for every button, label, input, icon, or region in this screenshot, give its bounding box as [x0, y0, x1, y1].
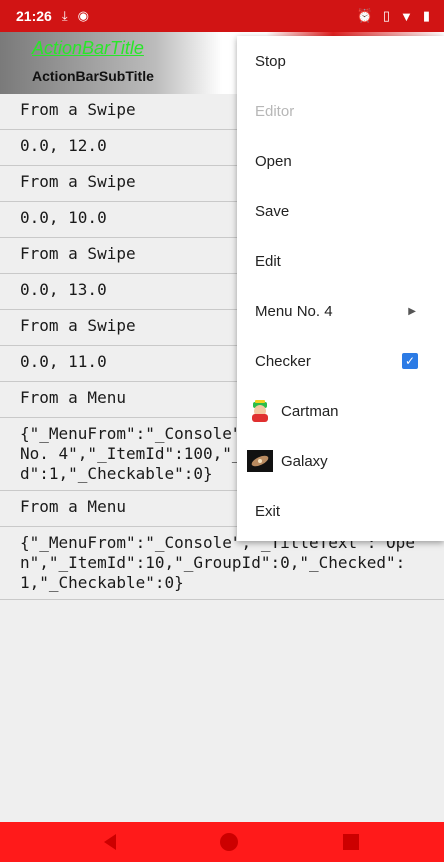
submenu-arrow-icon: ▶: [408, 305, 416, 317]
menu-item-checker[interactable]: Checker ✓: [237, 336, 444, 386]
battery-icon: ▮: [422, 8, 430, 23]
menu-item-exit[interactable]: Exit: [237, 486, 444, 536]
menu-item-galaxy[interactable]: Galaxy: [237, 436, 444, 486]
menu-item-label: Exit: [255, 502, 281, 520]
home-icon[interactable]: [220, 833, 238, 851]
recent-apps-icon[interactable]: [343, 834, 359, 850]
menu-item-edit[interactable]: Edit: [237, 236, 444, 286]
menu-item-label: Editor: [255, 102, 295, 120]
chrome-icon: ◉: [77, 8, 89, 23]
menu-item-label: Edit: [255, 252, 281, 270]
cartman-icon: [252, 400, 268, 422]
vibrate-icon: ▯: [382, 8, 390, 23]
action-bar-subtitle: ActionBarSubTitle: [32, 68, 154, 84]
alarm-icon: ⏰: [356, 8, 373, 23]
menu-item-menu-no-4[interactable]: Menu No. 4 ▶: [237, 286, 444, 336]
download-icon: ⤓: [61, 8, 68, 23]
galaxy-icon: [247, 450, 273, 472]
menu-item-stop[interactable]: Stop: [237, 36, 444, 86]
status-bar: 21:26 ⤓ ◉ ⏰ ▯ ▼ ▮: [0, 0, 444, 32]
menu-item-label: Cartman: [281, 402, 339, 420]
menu-item-save[interactable]: Save: [237, 186, 444, 236]
overflow-menu: Stop Editor Open Save Edit Menu No. 4 ▶ …: [237, 36, 444, 541]
menu-item-editor: Editor: [237, 86, 444, 136]
menu-item-label: Galaxy: [281, 452, 328, 470]
checkbox-checked-icon[interactable]: ✓: [402, 353, 418, 369]
menu-item-label: Open: [255, 152, 292, 170]
back-icon[interactable]: [104, 834, 116, 850]
status-time: 21:26: [16, 8, 52, 24]
action-bar-title: ActionBarTitle: [32, 38, 144, 58]
menu-item-label: Save: [255, 202, 290, 220]
wifi-icon: ▼: [399, 8, 413, 24]
menu-item-label: Stop: [255, 52, 286, 70]
navigation-bar: [0, 822, 444, 862]
menu-item-open[interactable]: Open: [237, 136, 444, 186]
menu-item-label: Checker: [255, 352, 311, 370]
menu-item-cartman[interactable]: Cartman: [237, 386, 444, 436]
menu-item-label: Menu No. 4: [255, 302, 333, 320]
